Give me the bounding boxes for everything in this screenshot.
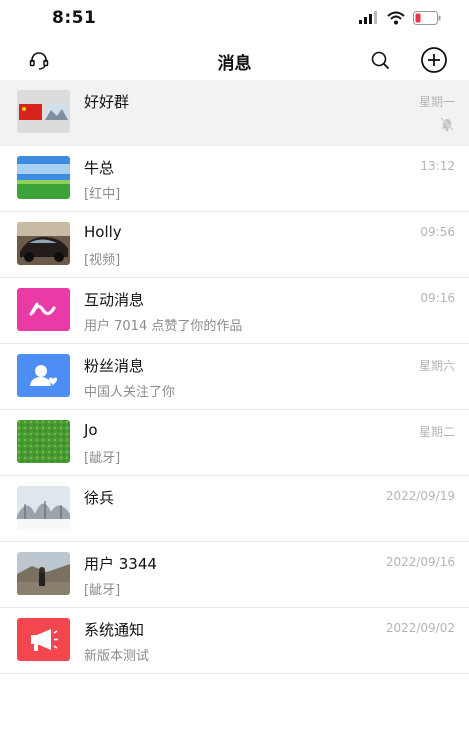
- conversation-time: 2022/09/19: [385, 489, 455, 503]
- conversation-time: 13:12: [420, 159, 455, 173]
- fan-icon: [17, 354, 70, 397]
- conversation-time: 星期一: [418, 95, 455, 109]
- conversation-row[interactable]: 用户 3344 [龇牙] 2022/09/16: [0, 542, 469, 608]
- conversation-name: Holly: [84, 223, 122, 241]
- grass-avatar: [17, 420, 70, 463]
- battery-icon: [413, 11, 441, 25]
- conversation-preview: [龇牙]: [84, 451, 121, 466]
- app-header: 消息: [0, 40, 469, 80]
- search-icon[interactable]: [366, 46, 394, 74]
- wifi-icon: [387, 11, 405, 25]
- grassland-avatar: [17, 156, 70, 199]
- conversation-row[interactable]: Jo [龇牙] 星期二: [0, 410, 469, 476]
- conversation-row[interactable]: 系统通知 新版本测试 2022/09/02: [0, 608, 469, 674]
- status-time: 8:51: [52, 8, 97, 28]
- conversation-preview: 用户 7014 点赞了你的作品: [84, 319, 243, 334]
- conversation-name: 用户 3344: [84, 555, 157, 573]
- car-avatar: [17, 222, 70, 265]
- conversation-name: 好好群: [84, 93, 130, 111]
- snow-trees-avatar: [17, 486, 70, 529]
- status-icons: [359, 11, 441, 25]
- conversation-row[interactable]: 牛总 [红中] 13:12: [0, 146, 469, 212]
- conversation-preview: 新版本测试: [84, 649, 150, 664]
- add-icon[interactable]: [420, 46, 448, 74]
- conversation-time: 09:16: [420, 291, 455, 305]
- interaction-icon: [17, 288, 70, 331]
- status-bar: 8:51: [0, 0, 469, 38]
- megaphone-icon: [17, 618, 70, 661]
- conversation-name: 互动消息: [84, 291, 145, 309]
- conversation-preview: 中国人关注了你: [84, 385, 176, 400]
- conversation-time: 2022/09/02: [385, 621, 455, 635]
- conversation-time: 星期六: [418, 359, 455, 373]
- conversation-row[interactable]: 粉丝消息 中国人关注了你 星期六: [0, 344, 469, 410]
- conversation-preview: [龇牙]: [84, 583, 121, 598]
- conversation-name: 系统通知: [84, 621, 145, 639]
- conversation-row[interactable]: 好好群 星期一: [0, 80, 469, 146]
- page-title: 消息: [217, 54, 252, 74]
- conversation-name: 徐兵: [84, 489, 115, 507]
- conversation-list: 好好群 星期一 牛总 [红中] 13:12 Holly [视频] 09:56 互…: [0, 80, 469, 674]
- mute-bell-icon: [440, 117, 454, 132]
- conversation-name: 牛总: [84, 159, 115, 177]
- conversation-row[interactable]: Holly [视频] 09:56: [0, 212, 469, 278]
- conversation-preview: [视频]: [84, 253, 121, 268]
- conversation-name: 粉丝消息: [84, 357, 145, 375]
- conversation-name: Jo: [84, 421, 98, 439]
- conversation-time: 星期二: [418, 425, 455, 439]
- signal-icon: [359, 11, 377, 24]
- conversation-preview: [红中]: [84, 187, 121, 202]
- conversation-time: 2022/09/16: [385, 555, 455, 569]
- conversation-row[interactable]: 徐兵 2022/09/19: [0, 476, 469, 542]
- group-avatar: [17, 90, 70, 133]
- conversation-row[interactable]: 互动消息 用户 7014 点赞了你的作品 09:16: [0, 278, 469, 344]
- conversation-time: 09:56: [420, 225, 455, 239]
- great-wall-avatar: [17, 552, 70, 595]
